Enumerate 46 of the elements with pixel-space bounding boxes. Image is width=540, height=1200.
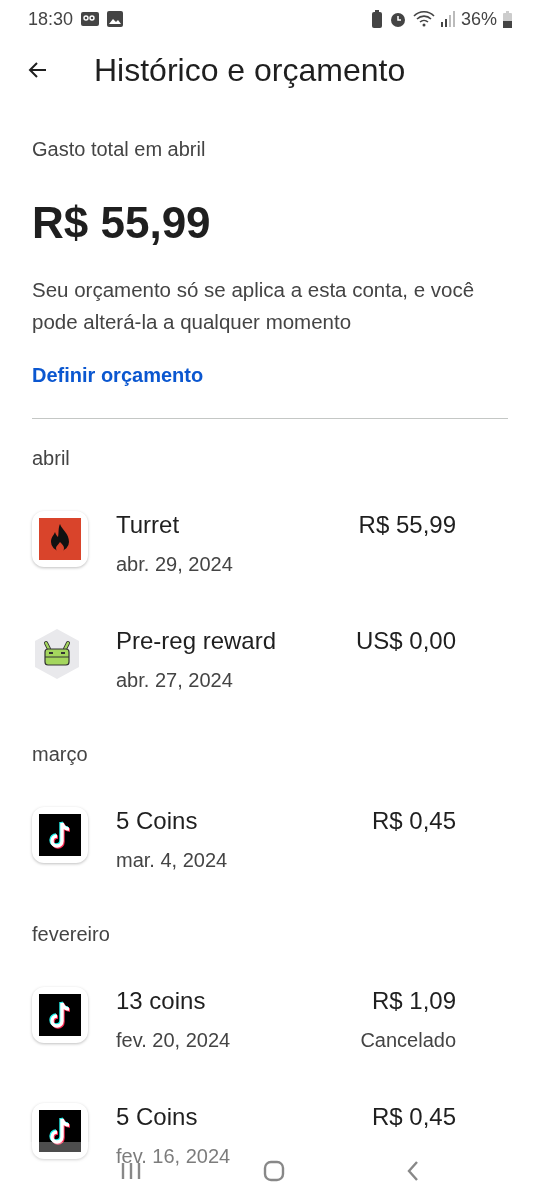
price: R$ 1,09 bbox=[371, 986, 456, 1016]
set-budget-link[interactable]: Definir orçamento bbox=[32, 360, 508, 390]
alarm-icon bbox=[388, 10, 407, 28]
budget-note: Seu orçamento só se aplica a esta conta, e você pode alterá-la a qualquer momento bbox=[32, 277, 476, 335]
purchase-date: abr. 27, 2024 bbox=[116, 668, 234, 693]
purchase-date: mar. 4, 2024 bbox=[116, 848, 229, 873]
purchase-row[interactable]: 5 Coins fev. 16, 2024 R$ 0,45 bbox=[32, 1099, 456, 1200]
item-name: Turret bbox=[116, 510, 181, 540]
status-time: 18:30 bbox=[28, 7, 74, 31]
battery-saver-icon bbox=[370, 10, 383, 28]
back-nav-button[interactable] bbox=[405, 1160, 420, 1182]
purchase-date: abr. 29, 2024 bbox=[116, 552, 234, 577]
total-amount: R$ 55,99 bbox=[32, 197, 212, 249]
flame-app-icon bbox=[32, 511, 88, 567]
month-header: abril bbox=[32, 446, 71, 471]
voicemail-icon bbox=[81, 12, 100, 26]
price: R$ 0,45 bbox=[371, 1102, 456, 1132]
purchase-date: fev. 20, 2024 bbox=[116, 1028, 232, 1053]
price: R$ 55,99 bbox=[358, 510, 456, 540]
month-header: fevereiro bbox=[32, 922, 111, 947]
music-note-app-icon bbox=[32, 1103, 88, 1159]
purchase-row[interactable]: Pre-reg reward abr. 27, 2024 US$ 0,00 bbox=[32, 623, 456, 739]
item-name: Pre-reg reward bbox=[116, 626, 278, 656]
price: R$ 0,45 bbox=[371, 806, 456, 836]
status-text: Cancelado bbox=[360, 1028, 456, 1053]
battery-percent: 36% bbox=[460, 7, 497, 31]
home-button[interactable] bbox=[263, 1160, 285, 1182]
image-icon bbox=[107, 11, 124, 27]
purchase-date: fev. 16, 2024 bbox=[116, 1144, 232, 1169]
music-note-app-icon bbox=[32, 807, 88, 863]
wifi-icon bbox=[412, 11, 435, 27]
price: US$ 0,00 bbox=[355, 626, 456, 656]
total-label: Gasto total em abril bbox=[32, 137, 207, 162]
battery-icon bbox=[503, 10, 512, 28]
robot-app-icon bbox=[32, 627, 82, 681]
music-note-app-icon bbox=[32, 987, 88, 1043]
purchase-row[interactable]: Turret abr. 29, 2024 R$ 55,99 bbox=[32, 507, 456, 623]
recent-apps-button[interactable] bbox=[120, 1161, 143, 1181]
signal-icon bbox=[440, 11, 455, 27]
purchase-row[interactable]: 13 coins fev. 20, 2024 R$ 1,09 Cancelado bbox=[32, 983, 456, 1099]
item-name: 13 coins bbox=[116, 986, 207, 1016]
item-name: 5 Coins bbox=[116, 806, 199, 836]
month-header: março bbox=[32, 742, 89, 767]
item-name: 5 Coins bbox=[116, 1102, 199, 1132]
purchase-row[interactable]: 5 Coins mar. 4, 2024 R$ 0,45 bbox=[32, 803, 456, 919]
page-title: Histórico e orçamento bbox=[94, 51, 406, 90]
